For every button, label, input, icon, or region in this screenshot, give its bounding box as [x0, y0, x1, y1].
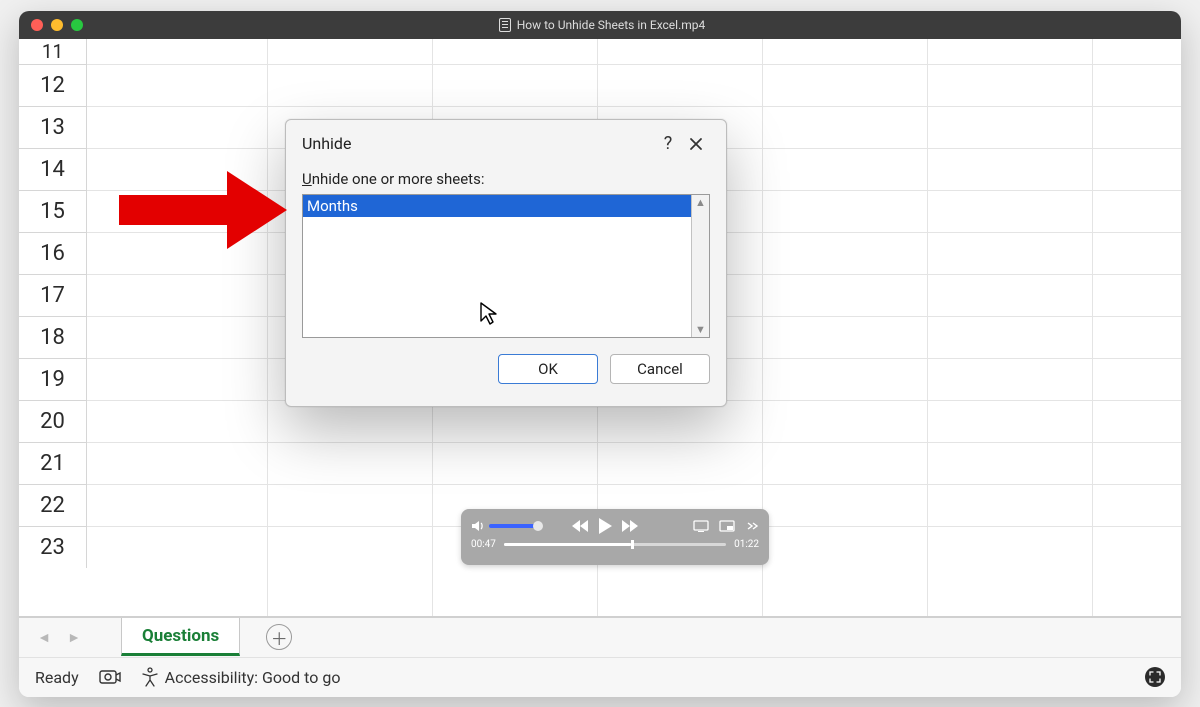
dialog-label: Unhide one or more sheets:: [302, 170, 710, 188]
dialog-help-button[interactable]: ?: [654, 132, 682, 156]
sheet-tab-strip: ◄ ► Questions ＋: [19, 617, 1181, 657]
row-header[interactable]: 13: [19, 106, 87, 148]
rewind-button[interactable]: [571, 519, 589, 533]
macro-record-icon[interactable]: [99, 668, 121, 686]
row-header[interactable]: 12: [19, 64, 87, 106]
traffic-lights: [19, 19, 83, 31]
ok-button[interactable]: OK: [498, 354, 598, 384]
dialog-close-button[interactable]: [682, 132, 710, 156]
accessibility-status[interactable]: Accessibility: Good to go: [141, 667, 341, 687]
scroll-up-icon[interactable]: ▲: [695, 197, 706, 208]
display-icon[interactable]: [693, 520, 709, 532]
more-icon[interactable]: [745, 521, 759, 531]
forward-button[interactable]: [621, 519, 639, 533]
row-header[interactable]: 14: [19, 148, 87, 190]
cell-row[interactable]: [87, 442, 1181, 484]
volume-control[interactable]: [471, 520, 537, 532]
column-gridline: [1092, 39, 1093, 616]
row-header[interactable]: 22: [19, 484, 87, 526]
row-header[interactable]: 21: [19, 442, 87, 484]
tab-scroll-right[interactable]: ►: [63, 626, 85, 648]
sheet-tab-questions[interactable]: Questions: [121, 618, 240, 656]
time-slider[interactable]: [504, 543, 726, 546]
annotation-arrow: [109, 161, 289, 261]
video-controls: 00:47 01:22: [461, 509, 769, 565]
status-state: Ready: [35, 668, 79, 687]
row-header[interactable]: 17: [19, 274, 87, 316]
window-title: How to Unhide Sheets in Excel.mp4: [517, 18, 706, 32]
window-close-button[interactable]: [31, 19, 43, 31]
ok-label: OK: [538, 360, 558, 378]
row-header[interactable]: 23: [19, 526, 87, 568]
time-total: 01:22: [734, 539, 759, 550]
play-button[interactable]: [597, 517, 613, 535]
cell-row[interactable]: [87, 39, 1181, 64]
document-icon: [499, 18, 511, 32]
cancel-label: Cancel: [637, 360, 683, 378]
status-right: [1145, 667, 1165, 687]
sheet-tab-label: Questions: [142, 626, 219, 646]
playback-buttons: [537, 517, 673, 535]
fullscreen-toggle-icon[interactable]: [1145, 667, 1165, 687]
dialog-label-accel: U: [302, 170, 312, 188]
cursor-icon: [479, 301, 499, 331]
title-center: How to Unhide Sheets in Excel.mp4: [83, 18, 1121, 32]
sheet-listbox[interactable]: Months ▲ ▼: [302, 194, 710, 338]
column-gridline: [267, 39, 268, 616]
window-minimize-button[interactable]: [51, 19, 63, 31]
dialog-label-text: nhide one or more sheets:: [312, 170, 485, 188]
accessibility-text: Accessibility: Good to go: [165, 668, 341, 687]
volume-slider[interactable]: [489, 524, 537, 528]
titlebar: How to Unhide Sheets in Excel.mp4: [19, 11, 1181, 39]
window-zoom-button[interactable]: [71, 19, 83, 31]
list-item[interactable]: Months: [303, 195, 691, 217]
video-player-window: How to Unhide Sheets in Excel.mp4 111213…: [19, 11, 1181, 697]
cell-row[interactable]: [87, 64, 1181, 106]
row-header[interactable]: 16: [19, 232, 87, 274]
row-header[interactable]: 11: [19, 39, 87, 64]
time-current: 00:47: [471, 539, 496, 550]
row-header[interactable]: 18: [19, 316, 87, 358]
status-bar: Ready Accessibility: Good to go: [19, 657, 1181, 697]
add-sheet-button[interactable]: ＋: [266, 624, 292, 650]
cancel-button[interactable]: Cancel: [610, 354, 710, 384]
dialog-buttons: OK Cancel: [302, 354, 710, 384]
unhide-dialog: Unhide ? Unhide one or more sheets: Mont…: [285, 119, 727, 407]
tab-scroll-left[interactable]: ◄: [33, 626, 55, 648]
scroll-down-icon[interactable]: ▼: [695, 324, 706, 335]
volume-icon: [471, 520, 485, 532]
row-headers: 11121314151617181920212223: [19, 39, 87, 616]
dialog-header: Unhide ?: [302, 132, 710, 156]
row-header[interactable]: 15: [19, 190, 87, 232]
pip-icon[interactable]: [719, 520, 735, 532]
dialog-title: Unhide: [302, 134, 351, 153]
accessibility-icon: [141, 667, 159, 687]
row-header[interactable]: 19: [19, 358, 87, 400]
listbox-scrollbar[interactable]: ▲ ▼: [691, 195, 709, 337]
row-header[interactable]: 20: [19, 400, 87, 442]
column-gridline: [927, 39, 928, 616]
